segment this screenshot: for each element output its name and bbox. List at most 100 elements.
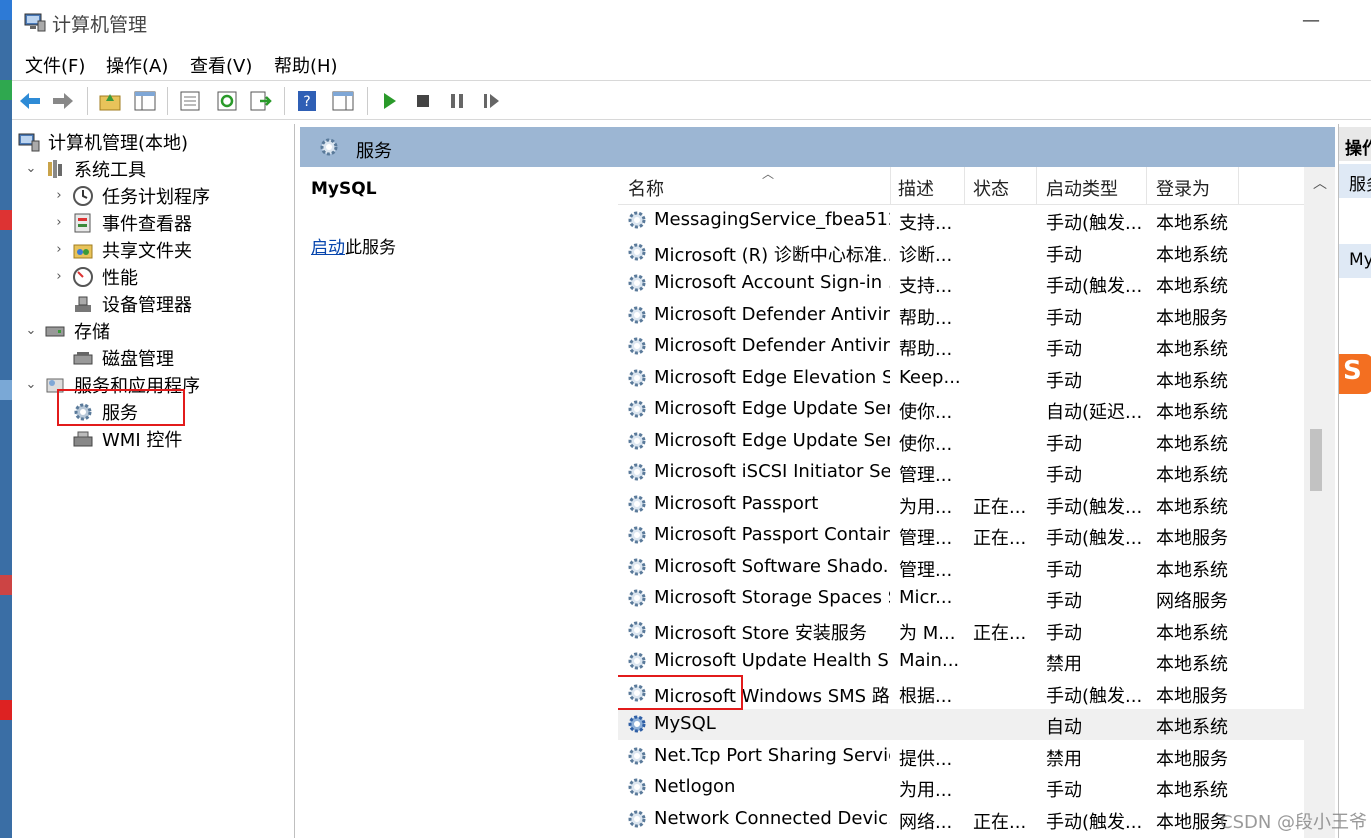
column-name[interactable]: 名称 [628, 175, 664, 201]
cell-name: Netlogon [654, 776, 736, 797]
table-row[interactable]: Microsoft Edge Update Ser... 使你... 自动(延迟..… [618, 394, 1304, 425]
gear-icon [626, 745, 648, 767]
table-row[interactable]: Netlogon 为用... 手动 本地系统 [618, 772, 1304, 803]
cell-startup-type: 手动(触发... [1046, 496, 1143, 518]
cell-name: Microsoft Passport Container [654, 524, 890, 545]
show-hide-tree-icon[interactable] [132, 88, 158, 114]
tree-item-device-manager[interactable]: 设备管理器 [72, 290, 192, 317]
table-row[interactable]: Microsoft iSCSI Initiator Ser... 管理... 手动 本… [618, 457, 1304, 488]
tree-label: 磁盘管理 [102, 348, 174, 370]
scrollbar-thumb[interactable] [1310, 429, 1322, 491]
cell-description: Main... [899, 650, 960, 671]
computer-management-window: 计算机管理 — 文件(F) 操作(A) 查看(V) 帮助(H) ? 计算机管理(… [12, 0, 1371, 838]
tree-item-performance[interactable]: › 性能 [52, 263, 138, 290]
chevron-right-icon[interactable]: › [52, 215, 66, 230]
cell-startup-type: 自动 [1046, 717, 1082, 738]
sogou-ime-badge[interactable]: S [1339, 354, 1371, 394]
selected-service-name: MySQL [311, 179, 377, 199]
show-action-pane-icon[interactable] [330, 88, 356, 114]
cell-log-on-as: 网络服务 [1156, 591, 1228, 612]
up-folder-icon[interactable] [97, 88, 123, 114]
table-row[interactable]: MessagingService_fbea512 支持... 手动(触发... 本地系… [618, 205, 1304, 236]
table-row[interactable]: Microsoft Defender Antivir... 帮助... 手动 本地系统 [618, 331, 1304, 362]
chevron-right-icon[interactable]: › [52, 188, 66, 203]
menu-help[interactable]: 帮助(H) [274, 52, 338, 78]
cell-name: Net.Tcp Port Sharing Service [654, 744, 890, 766]
services-header: 服务 [300, 127, 1335, 167]
resume-icon[interactable] [478, 88, 504, 114]
table-row[interactable]: Microsoft Edge Elevation S... Keep... 手动 本地… [618, 363, 1304, 394]
pause-icon[interactable] [444, 88, 470, 114]
refresh-icon[interactable] [214, 88, 240, 114]
vertical-scrollbar[interactable]: ︿ [1304, 167, 1335, 838]
table-row[interactable]: Net.Tcp Port Sharing Service 提供... 禁用 本地服务 [618, 741, 1304, 772]
gear-icon [626, 304, 648, 326]
clock-icon [72, 185, 94, 207]
gear-icon [318, 136, 340, 163]
table-row[interactable]: MySQL 自动 本地系统 [618, 709, 1304, 740]
table-row[interactable]: Microsoft Store 安装服务 为 M... 正在... 手动 本地系统 [618, 615, 1304, 646]
actions-item-mysql[interactable]: My [1339, 244, 1371, 278]
cell-log-on-as: 本地系统 [1156, 780, 1228, 801]
column-status[interactable]: 状态 [973, 175, 1009, 201]
table-row[interactable]: Microsoft Defender Antivir... 帮助... 手动 本地服务 [618, 300, 1304, 331]
cell-description: 管理... [899, 528, 953, 549]
cell-description: 支持... [899, 213, 953, 234]
cell-description: 使你... [899, 433, 953, 455]
menu-view[interactable]: 查看(V) [190, 52, 252, 78]
event-viewer-icon [72, 212, 94, 234]
chevron-down-icon[interactable]: ⌄ [24, 161, 38, 176]
tree-item-wmi[interactable]: WMI 控件 [72, 425, 182, 452]
tree-item-shared-folders[interactable]: › 共享文件夹 [52, 236, 192, 263]
play-icon[interactable] [376, 88, 402, 114]
cell-name: Microsoft Passport [654, 492, 819, 514]
forward-arrow-icon[interactable] [50, 88, 76, 114]
menu-file[interactable]: 文件(F) [25, 52, 85, 78]
back-arrow-icon[interactable] [17, 88, 43, 114]
gear-icon [626, 398, 648, 420]
chevron-down-icon[interactable]: ⌄ [24, 323, 38, 338]
export-list-icon[interactable] [247, 88, 273, 114]
table-row[interactable]: Microsoft Edge Update Ser... 使你... 手动 本地系统 [618, 426, 1304, 457]
cell-log-on-as: 本地系统 [1156, 402, 1228, 423]
menu-action[interactable]: 操作(A) [106, 52, 168, 78]
properties-icon[interactable] [177, 88, 203, 114]
column-log-on-as[interactable]: 登录为 [1156, 175, 1210, 201]
table-row[interactable]: Network Connected Devic... 网络... 正在... 手动(触… [618, 804, 1304, 835]
tree-item-task-scheduler[interactable]: › 任务计划程序 [52, 182, 210, 209]
tree-item-event-viewer[interactable]: › 事件查看器 [52, 209, 192, 236]
cell-description: 帮助... [899, 339, 953, 360]
table-row[interactable]: Microsoft Passport Container 管理... 正在... 手动… [618, 520, 1304, 551]
minimize-button[interactable]: — [1302, 10, 1320, 31]
table-row[interactable]: Microsoft Software Shado... 管理... 手动 本地系统 [618, 552, 1304, 583]
tree-item-disk-management[interactable]: 磁盘管理 [72, 344, 174, 371]
column-header-row: ︿ 名称 描述 状态 启动类型 登录为 [618, 167, 1304, 205]
help-icon[interactable]: ? [294, 88, 320, 114]
tree-item-system-tools[interactable]: ⌄ 系统工具 [24, 155, 146, 182]
table-row[interactable]: Microsoft (R) 诊断中心标准... 诊断... 手动 本地系统 [618, 237, 1304, 268]
tree-item-root[interactable]: 计算机管理(本地) [18, 128, 188, 155]
table-row[interactable]: Microsoft Update Health S... Main... 禁用 本地系… [618, 646, 1304, 677]
cell-startup-type: 手动 [1046, 622, 1082, 644]
stop-icon[interactable] [410, 88, 436, 114]
cell-startup-type: 自动(延迟... [1046, 402, 1143, 423]
cell-startup-type: 手动 [1046, 307, 1082, 329]
table-row[interactable]: Microsoft Account Sign-in ... 支持... 手动(触发.… [618, 268, 1304, 299]
cell-startup-type: 手动 [1046, 559, 1082, 581]
cell-startup-type: 手动(触发... [1046, 276, 1143, 297]
table-row[interactable]: Microsoft Passport 为用... 正在... 手动(触发... 本地系统 [618, 489, 1304, 520]
chevron-down-icon[interactable]: ⌄ [24, 377, 38, 392]
title-bar: 计算机管理 — [12, 0, 1371, 46]
column-startup-type[interactable]: 启动类型 [1046, 175, 1118, 201]
scroll-up-icon[interactable]: ︿ [1313, 173, 1327, 193]
actions-item-services[interactable]: 服务 [1339, 164, 1371, 198]
cell-startup-type: 手动 [1046, 244, 1082, 266]
chevron-right-icon[interactable]: › [52, 269, 66, 284]
chevron-right-icon[interactable]: › [52, 242, 66, 257]
cell-log-on-as: 本地系统 [1156, 433, 1228, 455]
start-service-link[interactable]: 启动 [311, 238, 345, 258]
table-row[interactable]: Microsoft Storage Spaces S... Micr... 手动 网络… [618, 583, 1304, 614]
column-description[interactable]: 描述 [898, 175, 934, 201]
sort-ascending-icon: ︿ [762, 167, 775, 181]
tree-item-storage[interactable]: ⌄ 存储 [24, 317, 110, 344]
